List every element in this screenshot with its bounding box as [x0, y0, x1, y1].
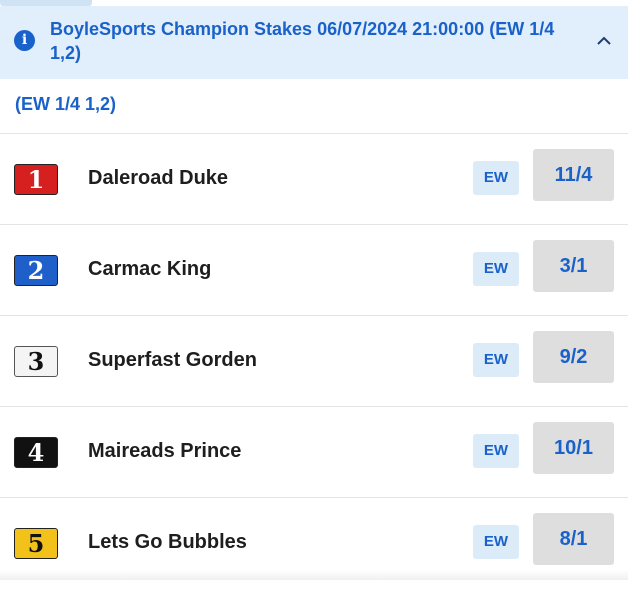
- info-icon: i: [14, 30, 35, 51]
- saddle-cloth-number: 4: [14, 437, 58, 468]
- saddle-cloth-number: 3: [14, 346, 58, 377]
- each-way-badge: EW: [473, 161, 519, 195]
- runner-name: Carmac King: [88, 258, 212, 280]
- saddle-cloth-number: 5: [14, 528, 58, 559]
- runner-row: 1 Daleroad Duke EW 11/4: [0, 133, 628, 225]
- odds-button[interactable]: 10/1: [533, 422, 614, 474]
- saddle-cloth-number: 2: [14, 255, 58, 286]
- odds-button[interactable]: 3/1: [533, 240, 614, 292]
- each-way-badge: EW: [473, 343, 519, 377]
- bottom-fade: [0, 570, 628, 580]
- runner-row: 3 Superfast Gorden EW 9/2: [0, 315, 628, 407]
- odds-button[interactable]: 11/4: [533, 149, 614, 201]
- saddle-cloth-number: 1: [14, 164, 58, 195]
- runner-name: Superfast Gorden: [88, 349, 257, 371]
- runner-name: Lets Go Bubbles: [88, 531, 247, 553]
- odds-button[interactable]: 9/2: [533, 331, 614, 383]
- each-way-badge: EW: [473, 525, 519, 559]
- runner-row: 2 Carmac King EW 3/1: [0, 224, 628, 316]
- each-way-badge: EW: [473, 252, 519, 286]
- runner-name: Daleroad Duke: [88, 167, 229, 189]
- runner-name: Maireads Prince: [88, 440, 242, 462]
- each-way-badge: EW: [473, 434, 519, 468]
- race-header[interactable]: i BoyleSports Champion Stakes 06/07/2024…: [0, 6, 628, 79]
- race-title: BoyleSports Champion Stakes 06/07/2024 2…: [50, 19, 555, 63]
- runner-row: 4 Maireads Prince EW 10/1: [0, 406, 628, 498]
- each-way-terms: (EW 1/4 1,2): [15, 94, 117, 114]
- chevron-up-icon[interactable]: [597, 34, 611, 48]
- odds-button[interactable]: 8/1: [533, 513, 614, 565]
